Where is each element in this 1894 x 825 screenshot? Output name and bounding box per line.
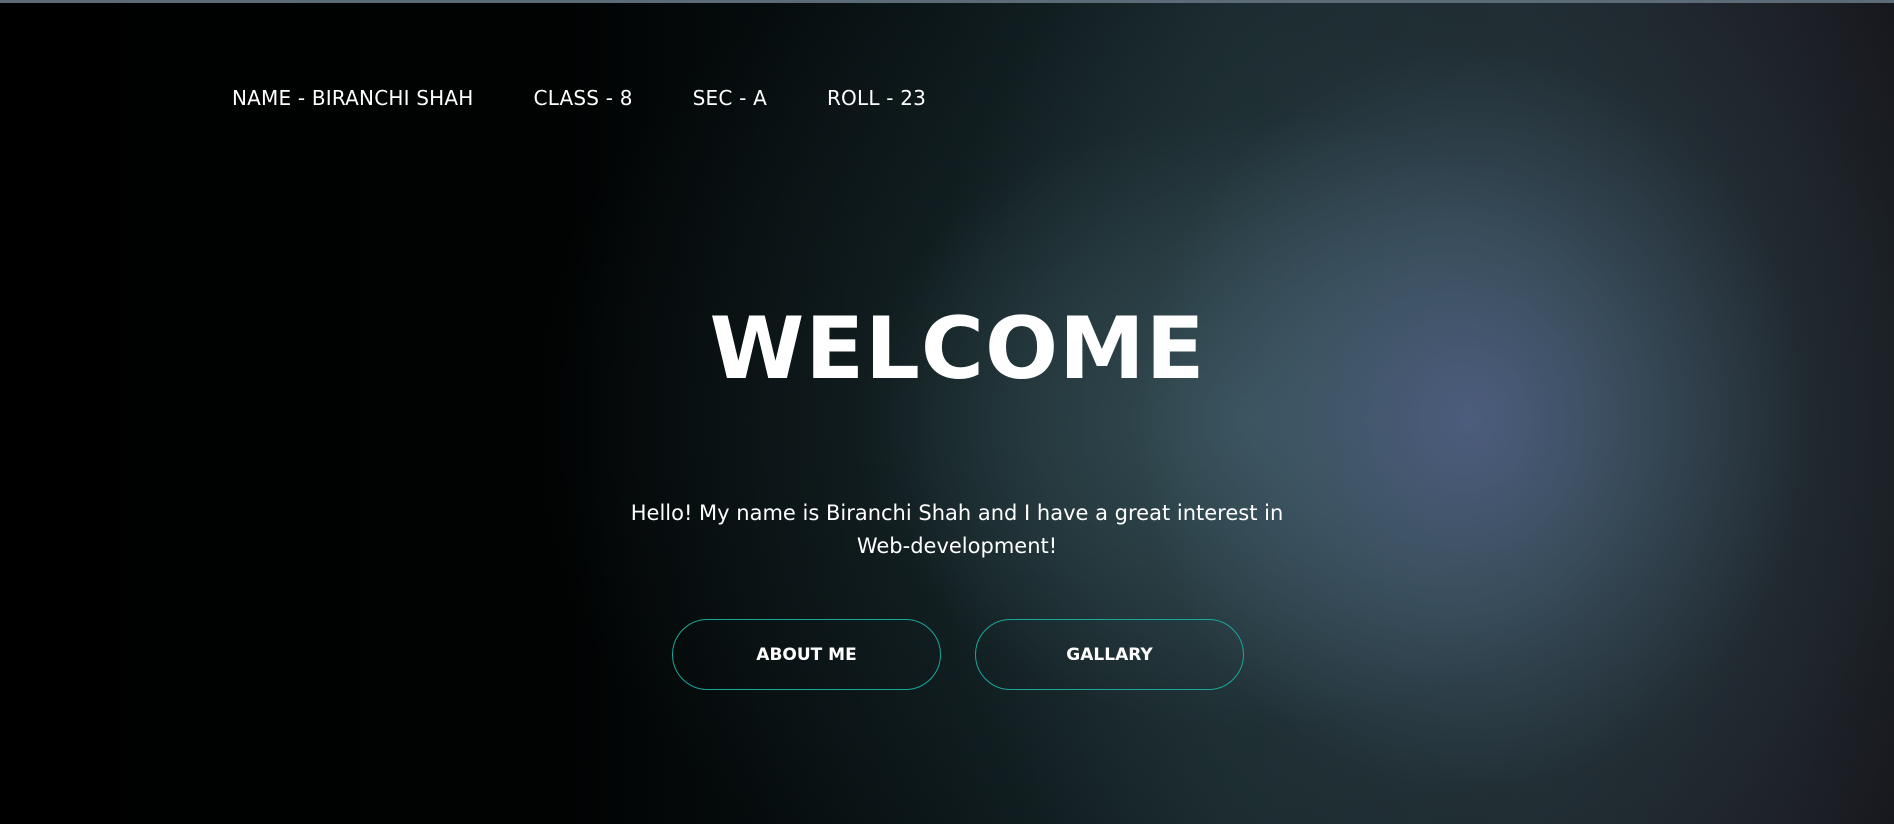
student-roll: ROLL - 23 <box>826 86 927 110</box>
student-section: SEC - A <box>692 86 767 110</box>
top-border <box>0 0 1894 3</box>
student-class: CLASS - 8 <box>533 86 633 110</box>
hero-section: NAME - BIRANCHI SHAH CLASS - 8 SEC - A R… <box>0 0 1894 824</box>
gallery-button[interactable]: GALLARY <box>975 619 1244 690</box>
student-info-bar: NAME - BIRANCHI SHAH CLASS - 8 SEC - A R… <box>232 86 926 110</box>
about-me-button[interactable]: ABOUT ME <box>672 619 941 690</box>
student-name: NAME - BIRANCHI SHAH <box>232 86 474 110</box>
intro-text: Hello! My name is Biranchi Shah and I ha… <box>597 497 1317 563</box>
intro-line-2: Web-development! <box>856 534 1058 558</box>
intro-line-1: Hello! My name is Biranchi Shah and I ha… <box>630 501 1284 525</box>
welcome-title: WELCOME <box>709 299 1206 399</box>
